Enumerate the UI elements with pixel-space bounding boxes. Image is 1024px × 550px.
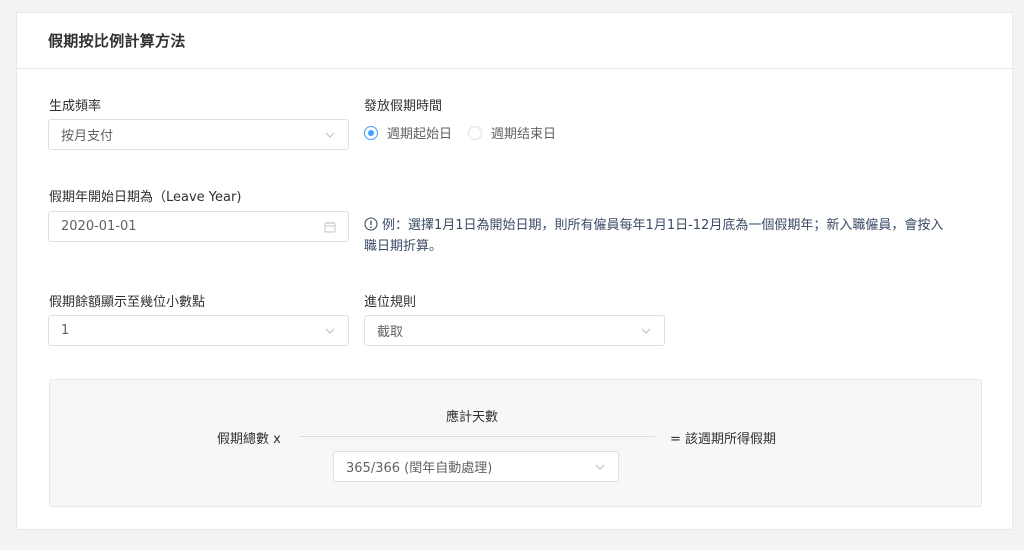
decimal-label: 假期餘額顯示至幾位小數點 [49, 295, 206, 310]
decimal-select[interactable]: 1 [48, 315, 349, 346]
issue-time-label: 發放假期時間 [364, 99, 443, 114]
radio-period-end-label: 週期结束日 [491, 127, 557, 142]
formula-numerator: 應計天數 [446, 410, 499, 425]
rounding-label: 進位規則 [364, 295, 417, 310]
formula-left-text: 假期總數 x [217, 432, 281, 447]
calendar-icon [324, 221, 336, 233]
frequency-label: 生成頻率 [49, 99, 102, 114]
formula-right-text: = 該週期所得假期 [670, 432, 777, 447]
leave-year-date-picker[interactable]: 2020-01-01 [48, 211, 349, 242]
chevron-down-icon [324, 129, 336, 141]
radio-period-end[interactable]: 週期结束日 [468, 123, 556, 142]
radio-period-start-label: 週期起始日 [387, 127, 453, 142]
leave-year-hint: 例：選擇1月1日為開始日期，則所有僱員每年1月1日-12月底為一個假期年；新入職… [364, 215, 984, 257]
card-header: 假期按比例計算方法 [17, 13, 1012, 69]
fraction-line [300, 436, 655, 437]
card-title: 假期按比例計算方法 [48, 32, 186, 50]
chevron-down-icon [324, 325, 336, 337]
proration-settings-card: 假期按比例計算方法 生成頻率 按月支付 發放假期時間 週期起始日 週期结束日 假… [16, 12, 1013, 530]
frequency-select[interactable]: 按月支付 [48, 119, 349, 150]
radio-checked-icon [364, 125, 378, 140]
leave-year-label: 假期年開始日期為（Leave Year) [49, 190, 242, 205]
decimal-select-value: 1 [61, 323, 70, 338]
chevron-down-icon [594, 461, 606, 473]
radio-unchecked-icon [468, 125, 483, 140]
leave-year-hint-line2: 職日期折算。 [364, 239, 443, 254]
denominator-select-value: 365/366 (閏年自動處理) [346, 461, 493, 476]
issue-time-radio-group: 週期起始日 週期结束日 [364, 123, 572, 142]
chevron-down-icon [640, 325, 652, 337]
rounding-select[interactable]: 截取 [364, 315, 665, 346]
leave-year-date-value: 2020-01-01 [61, 219, 137, 234]
leave-year-hint-line1: 例：選擇1月1日為開始日期，則所有僱員每年1月1日-12月底為一個假期年；新入職… [382, 218, 944, 233]
denominator-select[interactable]: 365/366 (閏年自動處理) [333, 451, 619, 482]
radio-period-start[interactable]: 週期起始日 [364, 123, 452, 142]
rounding-select-value: 截取 [377, 325, 404, 340]
frequency-select-value: 按月支付 [61, 129, 114, 144]
info-circle-icon [364, 217, 378, 231]
formula-box: 假期總數 x 應計天數 = 該週期所得假期 365/366 (閏年自動處理) [49, 379, 982, 507]
